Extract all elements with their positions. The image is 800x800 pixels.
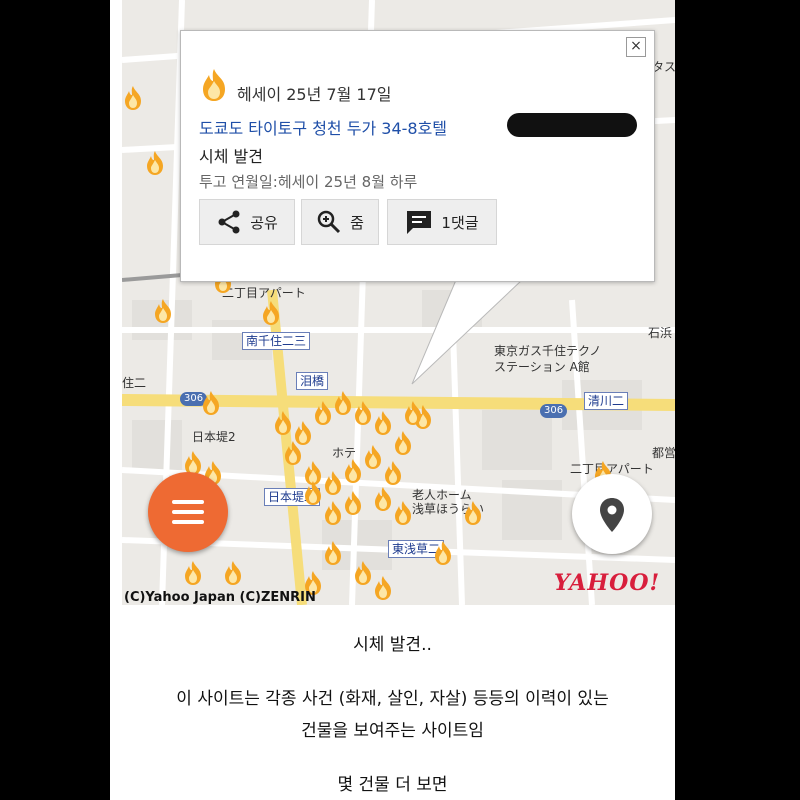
incident-date: 헤세이 25년 7월 17일 [237, 85, 392, 104]
zoom-icon [317, 210, 341, 234]
incident-description: 시체 발견 [199, 147, 263, 166]
comment-icon [407, 211, 432, 234]
caption-line-3: 건물을 보여주는 사이트임 [301, 721, 484, 741]
map-view[interactable]: 二丁目アパート 南千住二三 泪橋 清川二 日本堤二 東浅草二 東京ガス千住テクノ… [122, 0, 675, 605]
comment-button[interactable]: 1댓글 [387, 199, 497, 245]
share-label: 공유 [250, 213, 278, 232]
menu-icon [172, 510, 204, 514]
incident-posted-date: 투고 연월일:헤세이 25년 8월 하루 [199, 173, 418, 191]
caption-line-1: 시체 발견.. [353, 635, 432, 655]
incident-address-link[interactable]: 도쿄도 타이토구 청천 두가 34-8호텔 [199, 115, 447, 139]
incident-popup: × 헤세이 25년 7월 17일 도쿄도 타이토구 청천 두가 34-8호텔 시… [180, 30, 655, 282]
share-button[interactable]: 공유 [199, 199, 295, 245]
close-icon[interactable]: × [626, 37, 646, 57]
map-copyright: (C)Yahoo Japan (C)ZENRIN [124, 590, 316, 605]
flame-icon [203, 69, 225, 101]
yahoo-logo: YAHOO! [554, 570, 661, 596]
zoom-label: 줌 [350, 213, 364, 232]
menu-icon [172, 500, 204, 504]
screenshot-frame: 二丁目アパート 南千住二三 泪橋 清川二 日本堤二 東浅草二 東京ガス千住テクノ… [110, 0, 675, 800]
menu-icon [172, 520, 204, 524]
zoom-button[interactable]: 줌 [301, 199, 379, 245]
comment-label: 1댓글 [441, 213, 479, 232]
share-icon [218, 210, 240, 234]
caption-line-4: 몇 건물 더 보면 [337, 775, 448, 795]
redaction-mark [507, 113, 637, 137]
caption-line-2: 이 사이트는 각종 사건 (화재, 살인, 자살) 등등의 이력이 있는 [176, 689, 609, 709]
menu-button[interactable] [148, 472, 228, 552]
location-button[interactable] [572, 474, 652, 554]
location-pin-icon [600, 498, 624, 532]
